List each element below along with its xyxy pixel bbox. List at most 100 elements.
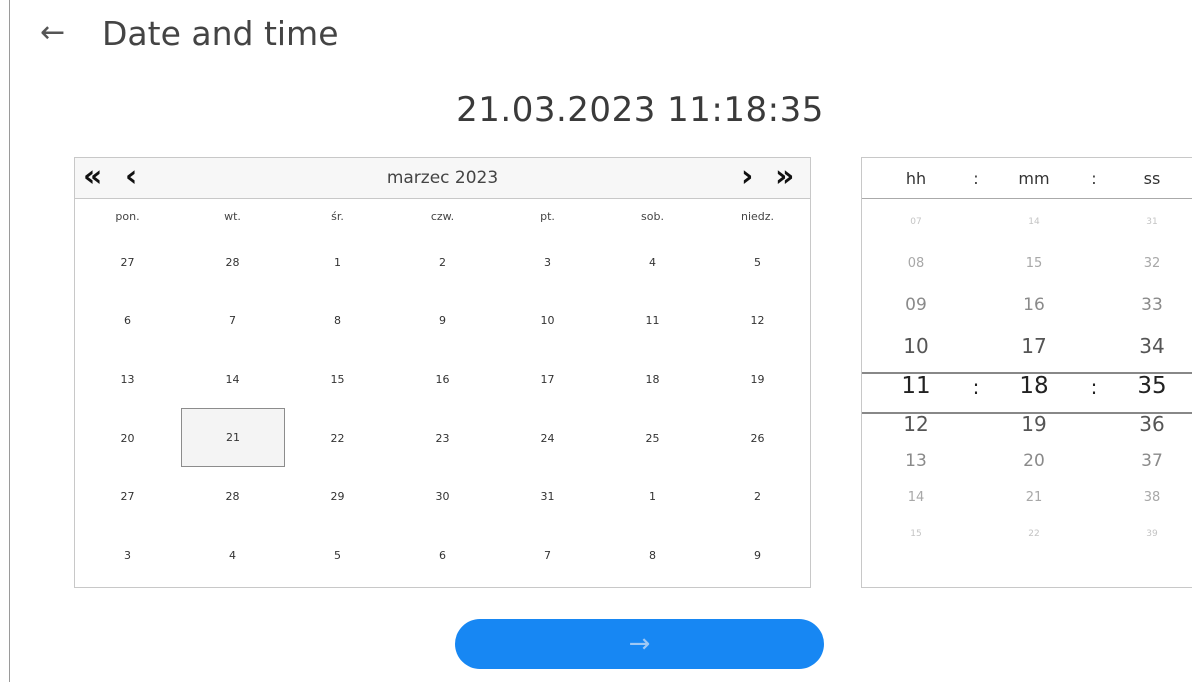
hour-value[interactable]: 10 xyxy=(886,334,946,358)
second-value[interactable]: 32 xyxy=(1122,256,1182,271)
day-cell[interactable]: 8 xyxy=(285,292,390,351)
day-cell-selected[interactable]: 21 xyxy=(181,407,285,468)
weekday-label: czw. xyxy=(430,209,455,223)
day-cell[interactable]: 6 xyxy=(75,292,180,351)
day-cell[interactable]: 9 xyxy=(390,292,495,351)
hour-value[interactable]: 13 xyxy=(886,451,946,471)
day-cell[interactable]: 14 xyxy=(180,350,285,409)
calendar-header: « ‹ marzec 2023 › » xyxy=(75,158,810,199)
day-cell[interactable]: 10 xyxy=(495,292,600,351)
second-value[interactable]: 33 xyxy=(1122,295,1182,315)
hour-value[interactable]: 08 xyxy=(886,256,946,271)
day-cell[interactable]: 22 xyxy=(285,409,390,468)
minute-value[interactable]: 17 xyxy=(1004,334,1064,358)
day-cell[interactable]: 5 xyxy=(285,526,390,585)
day-cell[interactable]: 26 xyxy=(705,409,810,468)
minute-value[interactable]: 22 xyxy=(1004,529,1064,539)
minute-value[interactable]: 19 xyxy=(1004,412,1064,436)
weekday-label: niedz. xyxy=(740,209,775,223)
day-cell[interactable]: 23 xyxy=(390,409,495,468)
confirm-button[interactable]: → xyxy=(455,619,824,669)
day-cell[interactable]: 4 xyxy=(600,233,705,292)
day-cell[interactable]: 31 xyxy=(495,467,600,526)
day-cell[interactable]: 15 xyxy=(285,350,390,409)
day-cell[interactable]: 17 xyxy=(495,350,600,409)
time-picker: hh : mm : ss 07 14 31 08 15 32 09 16 33 10 17 34 11 1… xyxy=(861,157,1192,588)
day-cell[interactable]: 1 xyxy=(285,233,390,292)
header-separator: : xyxy=(973,168,979,188)
prev-month-icon[interactable]: ‹ xyxy=(125,160,137,194)
calendar: « ‹ marzec 2023 › » pon. wt. śr. czw. pt. sob… xyxy=(74,157,811,588)
second-value[interactable]: 34 xyxy=(1122,334,1182,358)
day-cell[interactable]: 28 xyxy=(180,467,285,526)
hour-value[interactable]: 07 xyxy=(886,217,946,227)
day-cell[interactable]: 5 xyxy=(705,233,810,292)
hour-value[interactable]: 15 xyxy=(886,529,946,539)
month-label: marzec 2023 xyxy=(386,168,499,188)
second-value[interactable]: 36 xyxy=(1122,412,1182,436)
time-separator: : xyxy=(1090,375,1098,399)
day-cell[interactable]: 8 xyxy=(600,526,705,585)
hour-value[interactable]: 09 xyxy=(886,295,946,315)
day-cell[interactable]: 18 xyxy=(600,350,705,409)
day-cell[interactable]: 30 xyxy=(390,467,495,526)
hour-value[interactable]: 11 xyxy=(886,373,946,399)
day-cell[interactable]: 2 xyxy=(705,467,810,526)
back-arrow-icon[interactable]: ← xyxy=(40,18,88,48)
minute-value[interactable]: 14 xyxy=(1004,217,1064,227)
hours-header: hh xyxy=(905,168,927,188)
hour-value[interactable]: 14 xyxy=(886,490,946,505)
minute-value[interactable]: 18 xyxy=(1004,373,1064,399)
day-cell[interactable]: 7 xyxy=(180,292,285,351)
day-cell[interactable]: 9 xyxy=(705,526,810,585)
day-cell[interactable]: 12 xyxy=(705,292,810,351)
seconds-header: ss xyxy=(1143,168,1161,188)
second-value[interactable]: 31 xyxy=(1122,217,1182,227)
day-cell[interactable]: 13 xyxy=(75,350,180,409)
day-cell[interactable]: 1 xyxy=(600,467,705,526)
page-header: ← Date and time xyxy=(40,10,339,56)
day-cell[interactable]: 29 xyxy=(285,467,390,526)
day-cell[interactable]: 28 xyxy=(180,233,285,292)
day-cell[interactable]: 4 xyxy=(180,526,285,585)
current-datetime: 21.03.2023 11:18:35 xyxy=(456,90,824,130)
weekday-label: pon. xyxy=(115,209,140,223)
weekday-label: śr. xyxy=(331,209,344,223)
time-separator: : xyxy=(972,375,980,399)
day-cell[interactable]: 27 xyxy=(75,467,180,526)
day-grid: 27 28 1 2 3 4 5 6 7 8 9 10 11 12 13 14 15 16 17 18 19 20 21 22 2… xyxy=(75,233,810,585)
next-year-icon[interactable]: » xyxy=(775,160,794,194)
minute-value[interactable]: 21 xyxy=(1004,490,1064,505)
header-separator: : xyxy=(1091,168,1097,188)
weekday-label: wt. xyxy=(224,209,241,223)
minute-value[interactable]: 16 xyxy=(1004,295,1064,315)
weekday-row: pon. wt. śr. czw. pt. sob. niedz. xyxy=(75,199,810,233)
day-cell[interactable]: 19 xyxy=(705,350,810,409)
hour-value[interactable]: 12 xyxy=(886,412,946,436)
minute-value[interactable]: 15 xyxy=(1004,256,1064,271)
day-cell[interactable]: 6 xyxy=(390,526,495,585)
second-value[interactable]: 35 xyxy=(1122,373,1182,399)
second-value[interactable]: 37 xyxy=(1122,451,1182,471)
next-month-icon[interactable]: › xyxy=(741,160,753,194)
minutes-header: mm xyxy=(1018,168,1050,188)
day-cell[interactable]: 3 xyxy=(495,233,600,292)
day-cell[interactable]: 20 xyxy=(75,409,180,468)
day-cell[interactable]: 3 xyxy=(75,526,180,585)
day-cell[interactable]: 24 xyxy=(495,409,600,468)
second-value[interactable]: 38 xyxy=(1122,490,1182,505)
weekday-label: sob. xyxy=(641,209,664,223)
prev-year-icon[interactable]: « xyxy=(83,160,102,194)
day-cell[interactable]: 27 xyxy=(75,233,180,292)
day-cell[interactable]: 11 xyxy=(600,292,705,351)
day-cell[interactable]: 25 xyxy=(600,409,705,468)
minute-value[interactable]: 20 xyxy=(1004,451,1064,471)
weekday-label: pt. xyxy=(540,209,555,223)
page-title: Date and time xyxy=(102,13,339,53)
day-cell[interactable]: 2 xyxy=(390,233,495,292)
second-value[interactable]: 39 xyxy=(1122,529,1182,539)
time-header: hh : mm : ss xyxy=(862,158,1192,199)
arrow-right-icon: → xyxy=(628,629,651,659)
day-cell[interactable]: 7 xyxy=(495,526,600,585)
day-cell[interactable]: 16 xyxy=(390,350,495,409)
